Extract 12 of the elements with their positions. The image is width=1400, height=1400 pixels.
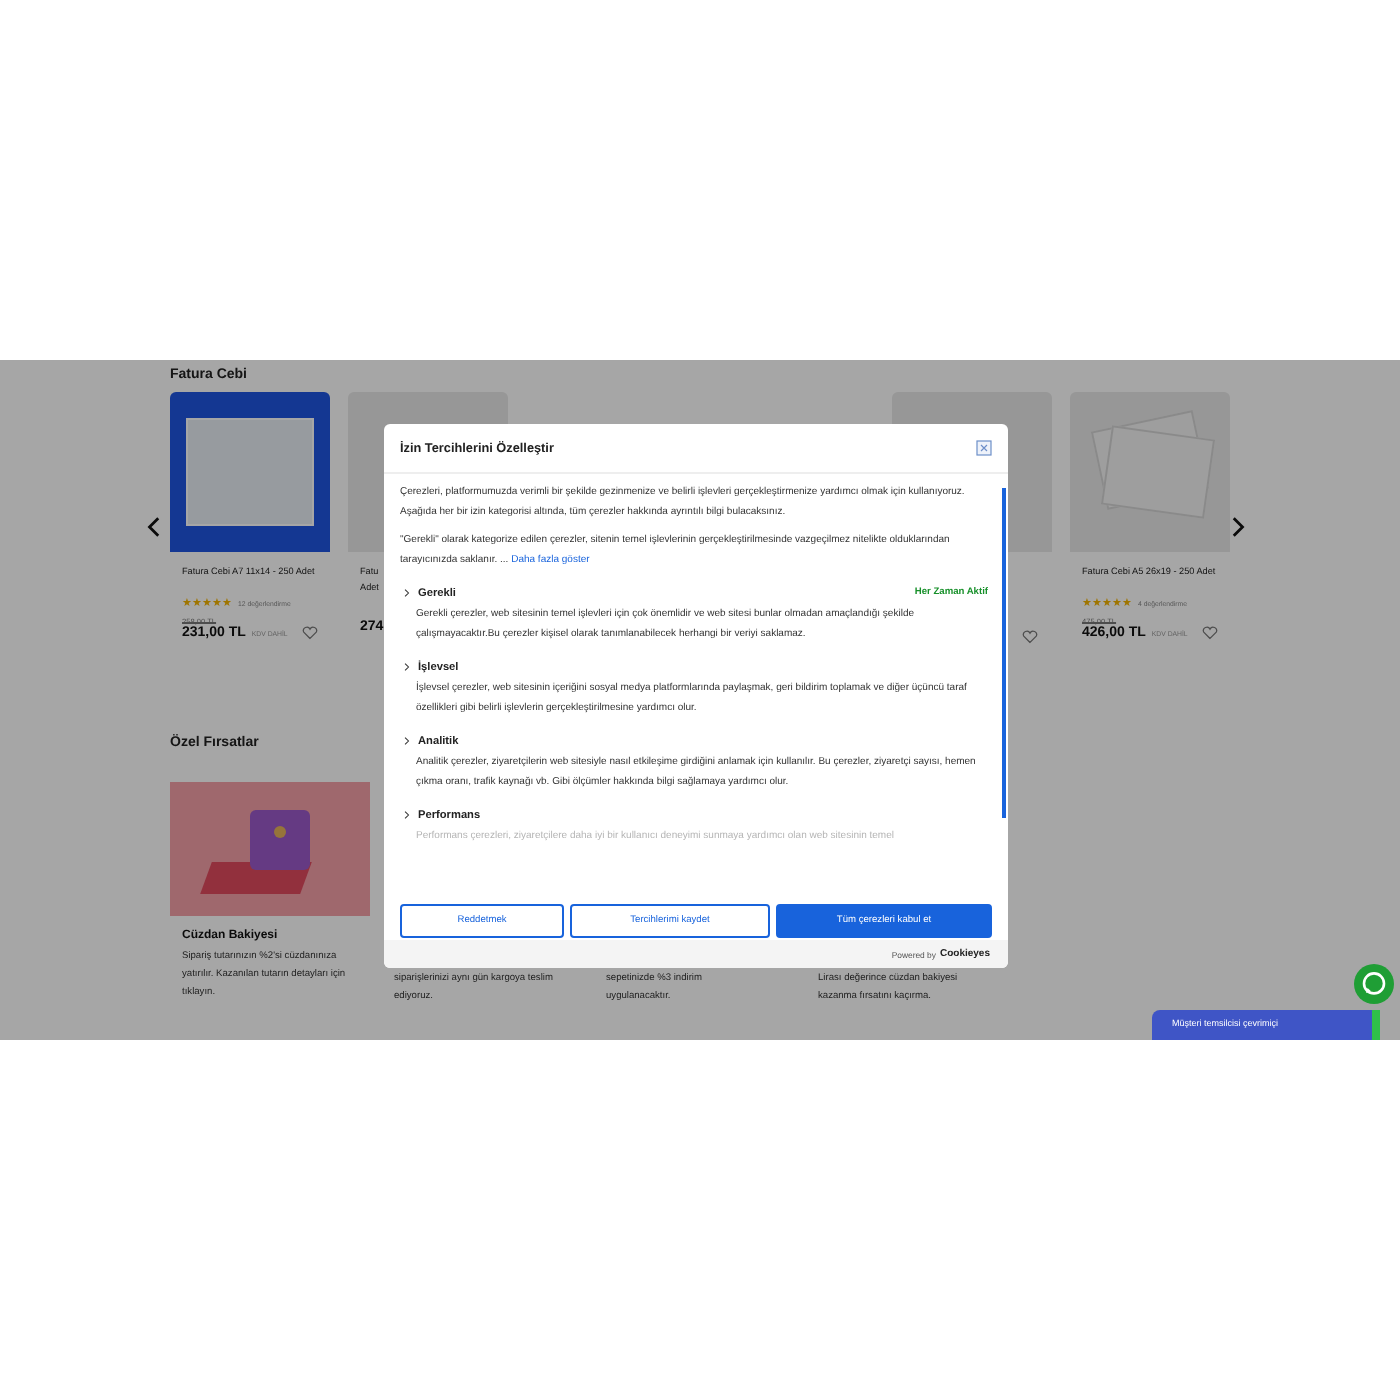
chevron-right-icon[interactable] — [404, 736, 410, 746]
heart-icon[interactable] — [1202, 626, 1218, 640]
scrollbar[interactable] — [1002, 488, 1006, 818]
heart-icon[interactable] — [302, 626, 318, 640]
heart-icon[interactable] — [1022, 630, 1038, 644]
chevron-right-icon[interactable] — [404, 662, 410, 672]
close-icon[interactable] — [976, 440, 992, 456]
whatsapp-button[interactable] — [1354, 964, 1394, 1004]
chevron-left-icon[interactable] — [146, 516, 160, 538]
chevron-right-icon[interactable] — [404, 810, 410, 820]
chevron-right-icon[interactable] — [404, 588, 410, 598]
chevron-right-icon[interactable] — [1232, 516, 1246, 538]
